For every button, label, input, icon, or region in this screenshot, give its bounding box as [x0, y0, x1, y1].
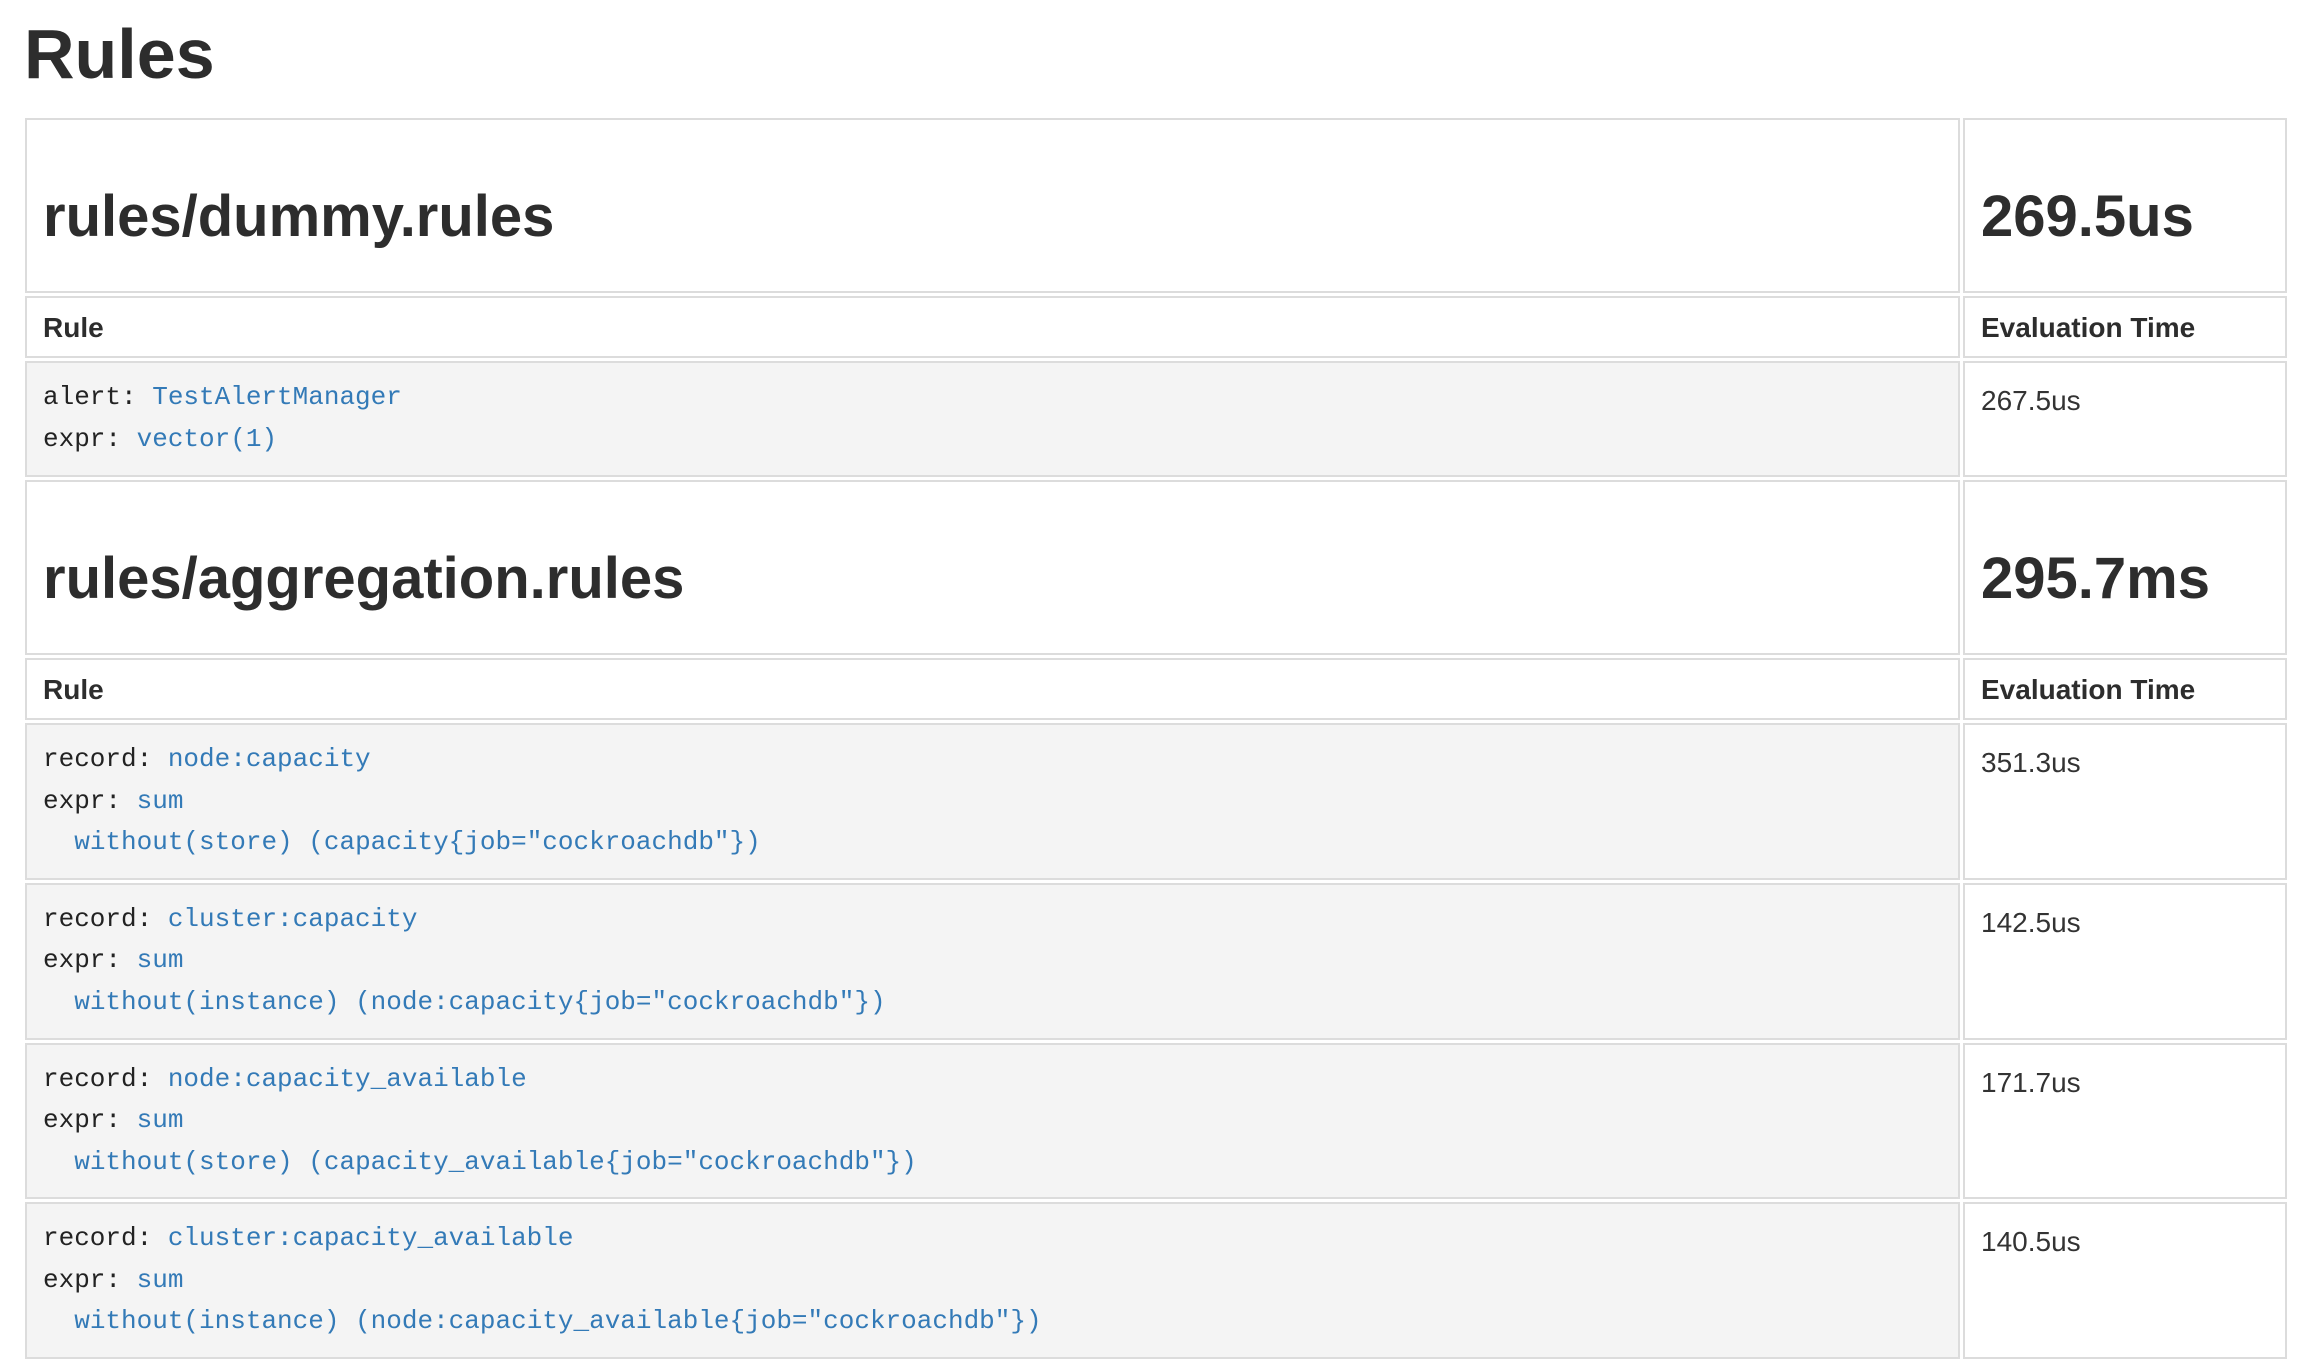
rule-column-header: Rule — [25, 658, 1960, 720]
rule-keyword: expr: — [43, 1265, 137, 1295]
rule-expr-link[interactable]: cluster:capacity_available — [168, 1223, 574, 1253]
rule-keyword: expr: — [43, 1105, 137, 1135]
rule-indent — [43, 1147, 74, 1177]
rule-eval-time: 267.5us — [1963, 361, 2287, 476]
rule-keyword: record: — [43, 744, 168, 774]
rule-expr-link[interactable]: cluster:capacity — [168, 904, 418, 934]
rule-group-eval-time: 295.7ms — [1981, 538, 2269, 619]
table-row: record: cluster:capacity_available expr:… — [25, 1202, 2287, 1359]
rule-eval-time: 140.5us — [1963, 1202, 2287, 1359]
rule-definition-cell: record: node:capacity_available expr: su… — [25, 1043, 1960, 1200]
eval-time-column-header: Evaluation Time — [1963, 658, 2287, 720]
rule-group-file-cell: rules/dummy.rules — [25, 118, 1960, 293]
rule-group-header-row: rules/aggregation.rules 295.7ms — [25, 480, 2287, 655]
rule-definition-cell: record: node:capacity expr: sum without(… — [25, 723, 1960, 880]
rule-keyword: expr: — [43, 424, 137, 454]
rule-expr-link[interactable]: sum — [137, 1105, 184, 1135]
rule-keyword: alert: — [43, 382, 152, 412]
rule-eval-time: 351.3us — [1963, 723, 2287, 880]
rule-column-header: Rule — [25, 296, 1960, 358]
rules-page: Rules rules/dummy.rules269.5usRuleEvalua… — [22, 16, 2290, 1362]
rule-expr-link[interactable]: TestAlertManager — [152, 382, 402, 412]
rule-expr-link[interactable]: without(store) (capacity{job="cockroachd… — [74, 827, 761, 857]
rule-definition-cell: record: cluster:capacity_available expr:… — [25, 1202, 1960, 1359]
column-header-row: RuleEvaluation Time — [25, 658, 2287, 720]
rule-eval-time: 142.5us — [1963, 883, 2287, 1040]
rules-table: rules/dummy.rules269.5usRuleEvaluation T… — [22, 115, 2290, 1362]
rule-definition-cell: record: cluster:capacity expr: sum witho… — [25, 883, 1960, 1040]
column-header-row: RuleEvaluation Time — [25, 296, 2287, 358]
rule-indent — [43, 827, 74, 857]
rule-expr-link[interactable]: without(store) (capacity_available{job="… — [74, 1147, 917, 1177]
rule-expr-link[interactable]: sum — [137, 1265, 184, 1295]
rule-group-header-row: rules/dummy.rules 269.5us — [25, 118, 2287, 293]
rule-expr-link[interactable]: sum — [137, 786, 184, 816]
rule-expr-link[interactable]: sum — [137, 945, 184, 975]
rule-keyword: expr: — [43, 945, 137, 975]
table-row: record: node:capacity_available expr: su… — [25, 1043, 2287, 1200]
table-row: alert: TestAlertManager expr: vector(1) 2… — [25, 361, 2287, 476]
rule-group-eval-time-cell: 295.7ms — [1963, 480, 2287, 655]
rule-code: record: node:capacity_available expr: su… — [43, 1059, 1942, 1184]
rule-keyword: expr: — [43, 786, 137, 816]
rule-definition-cell: alert: TestAlertManager expr: vector(1) — [25, 361, 1960, 476]
rule-indent — [43, 1306, 74, 1336]
rule-group-file: rules/aggregation.rules — [43, 538, 1942, 619]
rule-code: alert: TestAlertManager expr: vector(1) — [43, 377, 1942, 460]
rule-expr-link[interactable]: without(instance) (node:capacity{job="co… — [74, 987, 885, 1017]
eval-time-column-header: Evaluation Time — [1963, 296, 2287, 358]
rule-code: record: cluster:capacity expr: sum witho… — [43, 899, 1942, 1024]
rule-expr-link[interactable]: node:capacity_available — [168, 1064, 527, 1094]
rule-group-file-cell: rules/aggregation.rules — [25, 480, 1960, 655]
rule-keyword: record: — [43, 904, 168, 934]
rule-group-eval-time: 269.5us — [1981, 176, 2269, 257]
rule-keyword: record: — [43, 1223, 168, 1253]
rule-group-eval-time-cell: 269.5us — [1963, 118, 2287, 293]
rule-code: record: cluster:capacity_available expr:… — [43, 1218, 1942, 1343]
rule-indent — [43, 987, 74, 1017]
table-row: record: cluster:capacity expr: sum witho… — [25, 883, 2287, 1040]
rule-expr-link[interactable]: node:capacity — [168, 744, 371, 774]
page-title: Rules — [24, 16, 2290, 93]
table-row: record: node:capacity expr: sum without(… — [25, 723, 2287, 880]
rule-expr-link[interactable]: vector(1) — [137, 424, 277, 454]
rules-table-body: rules/dummy.rules269.5usRuleEvaluation T… — [25, 118, 2287, 1359]
rule-eval-time: 171.7us — [1963, 1043, 2287, 1200]
rule-expr-link[interactable]: without(instance) (node:capacity_availab… — [74, 1306, 1041, 1336]
rule-group-file: rules/dummy.rules — [43, 176, 1942, 257]
rule-code: record: node:capacity expr: sum without(… — [43, 739, 1942, 864]
rule-keyword: record: — [43, 1064, 168, 1094]
